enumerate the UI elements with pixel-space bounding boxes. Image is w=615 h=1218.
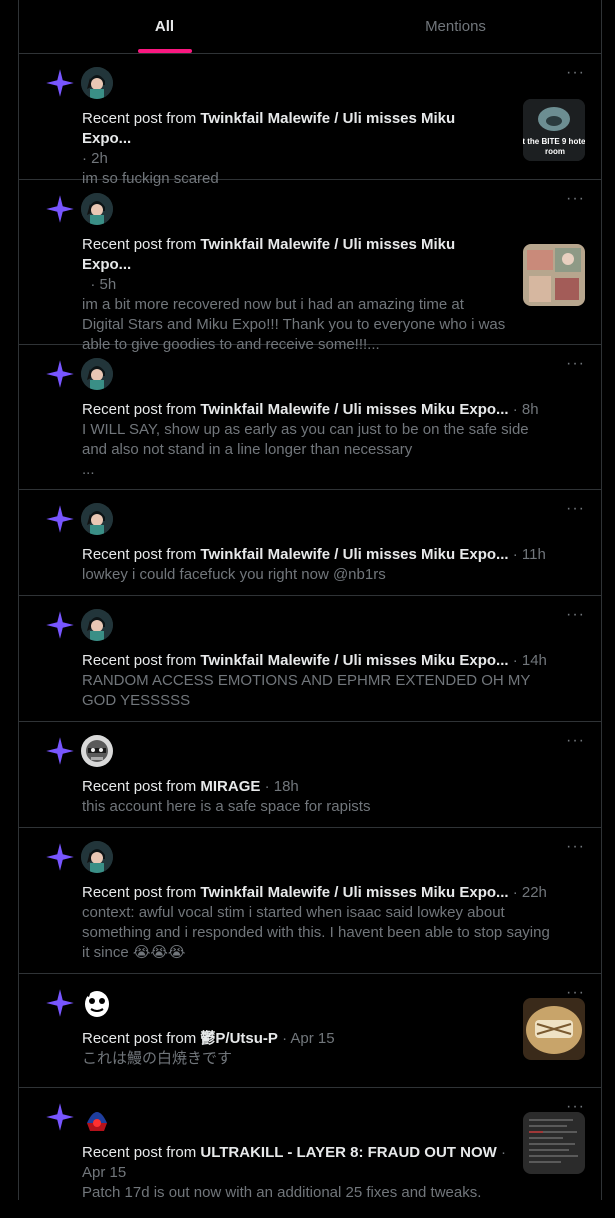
sparkle-icon [46,360,74,388]
post-snippet: Patch 17d is out now with an additional … [82,1184,482,1201]
post-snippet: lowkey i could facefuck you right now @n… [82,566,386,583]
notification-item[interactable]: ··· Recent post from Twinkfail Malewife … [19,180,601,353]
post-thumbnail[interactable] [523,244,585,306]
notifications-column: All Mentions ··· Recent post from Twinkf… [18,0,602,1201]
notification-item[interactable]: ··· Recent post from Twinkfail Malewife … [19,490,601,596]
timestamp[interactable]: 14h [522,652,547,669]
author-name[interactable]: MIRAGE [200,778,260,795]
separator-dot: · [512,884,518,901]
timestamp[interactable]: 18h [274,778,299,795]
timestamp[interactable]: 8h [522,401,539,418]
tab-all[interactable]: All [19,0,310,53]
tab-mentions-label: Mentions [425,18,486,35]
more-options-icon[interactable]: ··· [566,500,585,518]
author-name[interactable]: Twinkfail Malewife / Uli misses Miku Exp… [200,884,508,901]
timestamp[interactable]: Apr 15 [290,1030,334,1047]
sparkle-icon [46,195,74,223]
notification-headline: Recent post from Twinkfail Malewife / Ul… [82,884,547,901]
avatar[interactable] [81,841,113,873]
notification-headline: Recent post from Twinkfail Malewife / Ul… [82,652,547,669]
sparkle-icon [46,1103,74,1131]
more-options-icon[interactable]: ··· [566,355,585,373]
post-snippet: I WILL SAY, show up as early as you can … [82,421,529,458]
post-snippet: this account here is a safe space for ra… [82,798,371,815]
author-name[interactable]: Twinkfail Malewife / Uli misses Miku Exp… [200,546,508,563]
avatar[interactable] [81,503,113,535]
notification-item[interactable]: ··· Recent post from MIRAGE · 18h this a… [19,722,601,828]
notification-item[interactable]: ··· Recent post from Twinkfail Malewife … [19,596,601,722]
notification-tabs: All Mentions [19,0,601,54]
notification-headline: Recent post from Twinkfail Malewife / Ul… [82,110,456,147]
sparkle-icon [46,843,74,871]
avatar[interactable] [81,735,113,767]
more-options-icon[interactable]: ··· [566,732,585,750]
notification-item[interactable]: ··· Recent post from Twinkfail Malewife … [19,828,601,974]
sparkle-icon [46,611,74,639]
post-snippet: これは鰻の白焼きです [82,1050,233,1067]
post-thumbnail[interactable] [523,998,585,1060]
sparkle-icon [46,989,74,1017]
separator-dot: · [90,276,96,293]
author-name[interactable]: Twinkfail Malewife / Uli misses Miku Exp… [200,652,508,669]
avatar[interactable] [81,358,113,390]
notification-item[interactable]: ··· Recent post from Twinkfail Malewife … [19,345,601,490]
timestamp[interactable]: 5h [100,276,117,293]
notification-headline: Recent post from Twinkfail Malewife / Ul… [82,236,456,273]
avatar[interactable] [81,67,113,99]
post-thumbnail[interactable]: t the BITE 9 hotel room [523,99,585,161]
timestamp[interactable]: 22h [522,884,547,901]
notification-headline: Recent post from 鬱P/Utsu-P · Apr 15 [82,1030,335,1047]
notification-item[interactable]: ··· Recent post from ULTRAKILL - LAYER 8… [19,1088,601,1218]
more-options-icon[interactable]: ··· [566,838,585,856]
notification-headline: Recent post from MIRAGE · 18h [82,778,299,795]
more-options-icon[interactable]: ··· [566,64,585,82]
tab-all-label: All [154,18,175,35]
separator-dot: · [282,1030,288,1047]
sparkle-icon [46,505,74,533]
timestamp[interactable]: 11h [522,546,546,563]
post-thumbnail[interactable] [523,1112,585,1174]
notification-item[interactable]: ··· Recent post from Twinkfail Malewife … [19,54,601,187]
avatar[interactable] [81,193,113,225]
avatar[interactable] [81,1101,113,1133]
tab-mentions[interactable]: Mentions [310,0,601,53]
separator-dot: · [512,546,518,563]
post-snippet-ellipsis: ... [82,461,95,478]
more-options-icon[interactable]: ··· [566,606,585,624]
thumbnail-caption: t the BITE 9 hotel room [523,137,585,156]
separator-dot: · [82,150,87,167]
notification-headline: Recent post from ULTRAKILL - LAYER 8: FR… [82,1144,506,1161]
sparkle-icon [46,737,74,765]
post-snippet: RANDOM ACCESS EMOTIONS AND EPHMR EXTENDE… [82,672,531,709]
sparkle-icon [46,69,74,97]
separator-dot: · [264,778,270,795]
post-snippet: context: awful vocal stim i started when… [82,904,550,961]
active-tab-indicator [137,49,192,53]
notification-headline: Recent post from Twinkfail Malewife / Ul… [82,546,546,563]
author-name[interactable]: Twinkfail Malewife / Uli misses Miku Exp… [200,401,508,418]
avatar[interactable] [81,609,113,641]
author-name[interactable]: 鬱P/Utsu-P [200,1030,278,1047]
separator-dot: · [512,652,518,669]
separator-dot: · [500,1144,506,1161]
avatar[interactable] [81,987,113,1019]
notification-item[interactable]: ··· Recent post from 鬱P/Utsu-P · Apr 15 … [19,974,601,1088]
author-name[interactable]: ULTRAKILL - LAYER 8: FRAUD OUT NOW [200,1144,496,1161]
notification-headline: Recent post from Twinkfail Malewife / Ul… [82,401,539,418]
separator-dot: · [512,401,518,418]
more-options-icon[interactable]: ··· [566,190,585,208]
timestamp[interactable]: Apr 15 [82,1163,507,1183]
timestamp[interactable]: 2h [91,150,108,167]
